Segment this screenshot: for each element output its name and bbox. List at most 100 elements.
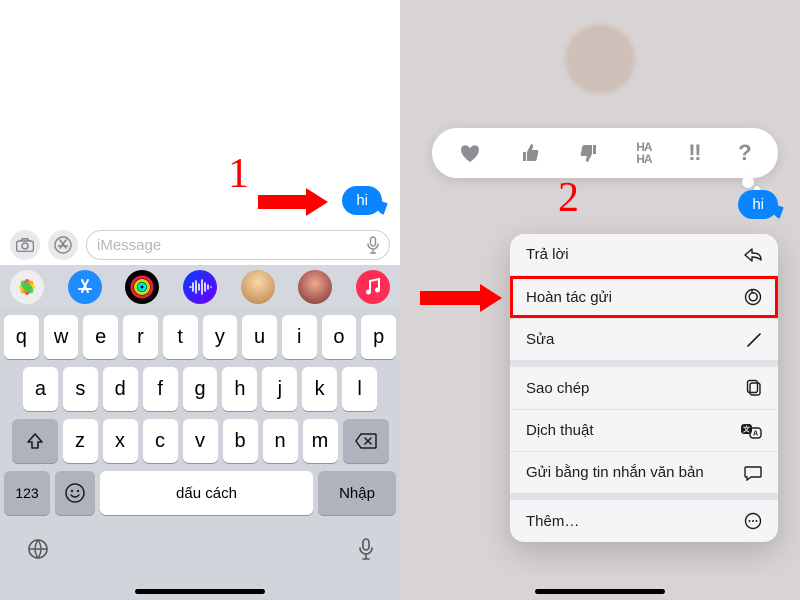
memoji-app-icon[interactable] [241, 270, 275, 304]
menu-item-more[interactable]: Thêm… [510, 499, 778, 542]
menu-item-translate[interactable]: Dịch thuật 文A [510, 409, 778, 451]
translate-icon: 文A [740, 423, 762, 439]
appstore-glyph-icon [75, 277, 95, 297]
key-s[interactable]: s [63, 367, 98, 411]
annotation-step-2: 2 [558, 174, 579, 222]
space-key[interactable]: dấu cách [100, 471, 313, 515]
message-input[interactable]: iMessage [86, 230, 390, 260]
key-g[interactable]: g [183, 367, 218, 411]
menu-label: Sửa [526, 331, 554, 348]
message-text: hi [356, 192, 368, 209]
menu-label: Trả lời [526, 246, 569, 263]
send-sms-icon [744, 465, 762, 481]
menu-item-send-sms[interactable]: Gửi bằng tin nhắn văn bản [510, 451, 778, 493]
shift-key[interactable] [12, 419, 58, 463]
photos-flower-icon [15, 275, 39, 299]
return-key-label: Nhập [339, 485, 375, 502]
key-a[interactable]: a [23, 367, 58, 411]
music-app-icon[interactable] [356, 270, 390, 304]
backspace-key[interactable] [343, 419, 389, 463]
menu-item-copy[interactable]: Sao chép [510, 366, 778, 409]
key-b[interactable]: b [223, 419, 258, 463]
message-placeholder: iMessage [97, 237, 161, 254]
key-v[interactable]: v [183, 419, 218, 463]
key-u[interactable]: u [242, 315, 277, 359]
key-j[interactable]: j [262, 367, 297, 411]
thumbs-down-reaction[interactable] [578, 142, 600, 164]
apps-button[interactable] [48, 230, 78, 260]
question-reaction[interactable]: ? [738, 140, 751, 166]
ios-keyboard: qwertyuiop asdfghjkl zxcvbnm 123 [0, 309, 400, 600]
activity-app-icon[interactable] [125, 270, 159, 304]
key-m[interactable]: m [303, 419, 338, 463]
home-indicator[interactable] [535, 589, 665, 594]
activity-rings-icon [129, 274, 155, 300]
key-e[interactable]: e [83, 315, 118, 359]
key-p[interactable]: p [361, 315, 396, 359]
contact-avatar [565, 24, 635, 94]
key-f[interactable]: f [143, 367, 178, 411]
key-l[interactable]: l [342, 367, 377, 411]
audio-app-icon[interactable] [183, 270, 217, 304]
menu-item-reply[interactable]: Trả lời [510, 234, 778, 275]
return-key[interactable]: Nhập [318, 471, 396, 515]
svg-text:A: A [753, 430, 758, 437]
menu-label: Gửi bằng tin nhắn văn bản [526, 464, 704, 481]
exclaim-reaction[interactable]: ‼ [688, 140, 701, 166]
key-y[interactable]: y [203, 315, 238, 359]
key-k[interactable]: k [302, 367, 337, 411]
camera-button[interactable] [10, 230, 40, 260]
camera-icon [16, 238, 34, 252]
conversation-area: hi [0, 0, 400, 225]
mic-icon [358, 537, 374, 561]
menu-label: Hoàn tác gửi [526, 289, 612, 306]
key-t[interactable]: t [163, 315, 198, 359]
key-n[interactable]: n [263, 419, 298, 463]
menu-label: Dịch thuật [526, 422, 594, 439]
tapback-reaction-bar: HAHA ‼ ? [432, 128, 778, 178]
key-o[interactable]: o [322, 315, 357, 359]
key-x[interactable]: x [103, 419, 138, 463]
menu-label: Sao chép [526, 380, 589, 397]
sent-message-bubble[interactable]: hi [342, 186, 382, 215]
haha-reaction[interactable]: HAHA [636, 141, 651, 165]
key-c[interactable]: c [143, 419, 178, 463]
animoji-app-icon[interactable] [298, 270, 332, 304]
waveform-icon [188, 279, 212, 295]
annotation-arrow-1 [258, 190, 328, 214]
reply-icon [744, 248, 762, 262]
key-i[interactable]: i [282, 315, 317, 359]
numbers-key-label: 123 [15, 485, 38, 501]
key-h[interactable]: h [222, 367, 257, 411]
panel-step-1: hi iMessage [0, 0, 400, 600]
sent-message-bubble[interactable]: hi [738, 190, 778, 219]
thumbs-up-reaction[interactable] [519, 142, 541, 164]
dictate-key[interactable] [358, 537, 374, 561]
key-d[interactable]: d [103, 367, 138, 411]
message-text: hi [752, 196, 764, 213]
heart-reaction[interactable] [458, 142, 482, 164]
key-z[interactable]: z [63, 419, 98, 463]
home-indicator[interactable] [135, 589, 265, 594]
menu-item-edit[interactable]: Sửa [510, 318, 778, 360]
numbers-key[interactable]: 123 [4, 471, 50, 515]
globe-key[interactable] [26, 537, 50, 561]
compose-bar: iMessage [0, 225, 400, 265]
message-context-menu: Trả lời Hoàn tác gửi Sửa Sao chép [510, 234, 778, 542]
backspace-icon [355, 433, 377, 449]
more-icon [744, 512, 762, 530]
key-q[interactable]: q [4, 315, 39, 359]
key-r[interactable]: r [123, 315, 158, 359]
key-w[interactable]: w [44, 315, 79, 359]
menu-item-undo-send[interactable]: Hoàn tác gửi [510, 275, 778, 318]
shift-icon [26, 432, 44, 450]
emoji-key[interactable] [55, 471, 95, 515]
undo-send-icon [744, 288, 762, 306]
photos-app-icon[interactable] [10, 270, 44, 304]
music-note-icon [365, 278, 381, 296]
appstore-app-icon[interactable] [68, 270, 102, 304]
emoji-icon [64, 482, 86, 504]
appstore-icon [54, 236, 72, 254]
dictate-button[interactable] [367, 236, 379, 254]
copy-icon [746, 379, 762, 397]
